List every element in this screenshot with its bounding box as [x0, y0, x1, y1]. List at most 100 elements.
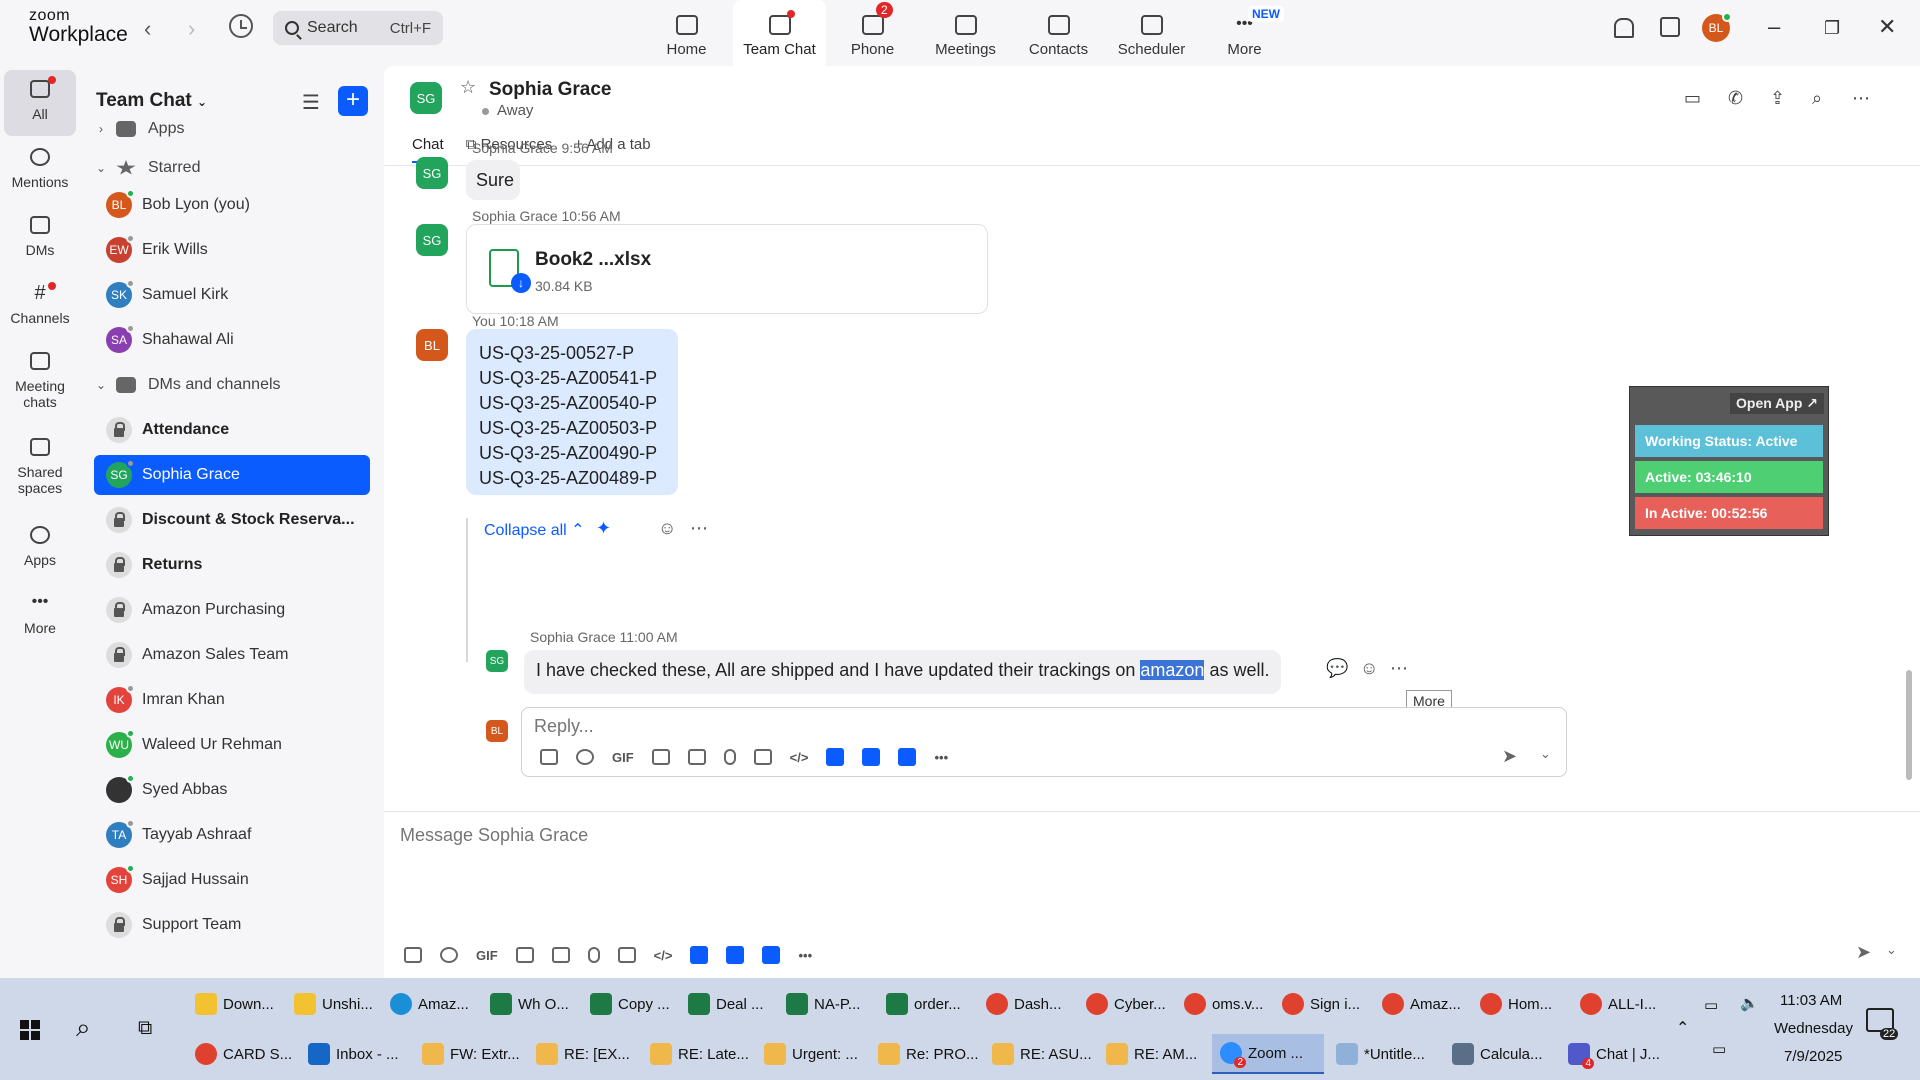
sidebar-item-discount-stock[interactable]: Discount & Stock Reserva...	[94, 500, 370, 540]
calendar-icon[interactable]	[1660, 17, 1680, 37]
tab-meetings[interactable]: Meetings	[919, 0, 1012, 66]
sidebar-item-sajjad-hussain[interactable]: SH Sajjad Hussain	[94, 860, 370, 900]
rail-item-dms[interactable]: DMs	[4, 216, 76, 258]
emoji-icon[interactable]	[440, 947, 458, 963]
video-message-icon[interactable]	[753, 749, 772, 765]
sidebar-item-amazon-sales-team[interactable]: Amazon Sales Team	[94, 635, 370, 675]
more-options-icon[interactable]: ⋯	[1390, 658, 1408, 679]
file-icon[interactable]	[515, 947, 534, 963]
clock-time[interactable]: 11:03 AM	[1780, 992, 1842, 1009]
taskbar-app[interactable]: FW: Extr...	[422, 1034, 520, 1074]
sidebar-section-apps[interactable]: › Apps	[94, 109, 370, 149]
rail-item-apps[interactable]: Apps	[4, 526, 76, 568]
taskbar-app[interactable]: Wh O...	[490, 984, 569, 1024]
search-icon[interactable]: ⌕	[76, 1008, 91, 1048]
taskbar-app[interactable]: RE: ASU...	[992, 1034, 1092, 1074]
sidebar-item-returns[interactable]: Returns	[94, 545, 370, 585]
format-icon[interactable]	[540, 749, 558, 765]
rail-item-more[interactable]: ••• More	[4, 594, 76, 637]
code-icon[interactable]: </>	[654, 948, 673, 963]
contact-name[interactable]: Sophia Grace	[489, 79, 612, 101]
send-icon[interactable]: ➤	[1502, 746, 1517, 767]
taskbar-app[interactable]: Deal ...	[688, 984, 764, 1024]
taskbar-app[interactable]: Down...	[195, 984, 274, 1024]
message-bubble-self[interactable]: US-Q3-25-00527-P US-Q3-25-AZ00541-P US-Q…	[466, 329, 678, 495]
sidebar-item-samuel-kirk[interactable]: SK Samuel Kirk	[94, 275, 370, 315]
format-icon[interactable]	[404, 947, 422, 963]
volume-icon[interactable]: 🔈	[1740, 994, 1759, 1012]
battery-icon[interactable]: ▭	[1704, 996, 1718, 1014]
collapse-all-link[interactable]: Collapse all ⌃	[484, 520, 585, 540]
app-icon[interactable]	[690, 946, 709, 964]
app-icon[interactable]	[726, 946, 745, 964]
taskbar-app-zoom[interactable]: 2 Zoom ...	[1212, 1034, 1324, 1074]
emoji-reaction-icon[interactable]: ☺	[1360, 658, 1378, 679]
task-view-icon[interactable]: ⧉	[138, 1008, 152, 1048]
screenshot-icon[interactable]	[551, 947, 570, 963]
minimize-icon[interactable]: –	[1768, 14, 1780, 40]
tab-scheduler[interactable]: Scheduler	[1105, 0, 1198, 66]
download-icon[interactable]: ↓	[511, 273, 531, 293]
screenshot-icon[interactable]	[687, 749, 706, 765]
notifications-bell-icon[interactable]	[1614, 18, 1634, 38]
sidebar-item-erik-wills[interactable]: EW Erik Wills	[94, 230, 370, 270]
send-icon[interactable]: ➤	[1856, 942, 1871, 963]
search-icon[interactable]: ⌕	[1812, 88, 1822, 109]
app-icon[interactable]	[762, 946, 781, 964]
chevron-up-icon[interactable]: ⌃	[1676, 1018, 1689, 1038]
microphone-icon[interactable]	[723, 749, 736, 765]
sidebar-item-attendance[interactable]: Attendance	[94, 410, 370, 450]
chevron-down-icon[interactable]: ⌄	[1540, 746, 1551, 762]
tab-contacts[interactable]: Contacts	[1012, 0, 1105, 66]
app-icon[interactable]	[898, 748, 917, 766]
rail-item-mentions[interactable]: Mentions	[4, 148, 76, 190]
app-icon[interactable]	[862, 748, 881, 766]
taskbar-app[interactable]: RE: AM...	[1106, 1034, 1197, 1074]
taskbar-app[interactable]: 4 Chat | J...	[1568, 1034, 1660, 1074]
share-screen-icon[interactable]: ⇪	[1770, 88, 1785, 109]
taskbar-app[interactable]: Hom...	[1480, 984, 1552, 1024]
reply-bubble[interactable]: I have checked these, All are shipped an…	[524, 650, 1282, 694]
chevron-down-icon[interactable]: ⌄	[1886, 942, 1897, 958]
taskbar-app[interactable]: Dash...	[986, 984, 1062, 1024]
sidebar-item-support-team[interactable]: Support Team	[94, 905, 370, 945]
gif-button[interactable]: GIF	[612, 750, 634, 765]
taskbar-app[interactable]: RE: Late...	[650, 1034, 749, 1074]
taskbar-app[interactable]: ALL-I...	[1580, 984, 1656, 1024]
emoji-icon[interactable]	[576, 749, 594, 765]
rail-item-all[interactable]: All	[4, 70, 76, 136]
taskbar-app[interactable]: Cyber...	[1086, 984, 1166, 1024]
app-icon[interactable]	[826, 748, 845, 766]
emoji-reaction-icon[interactable]: ☺	[658, 518, 676, 539]
taskbar-app[interactable]: oms.v...	[1184, 984, 1263, 1024]
taskbar-app[interactable]: CARD S...	[195, 1034, 292, 1074]
clock-date[interactable]: 7/9/2025	[1784, 1048, 1842, 1065]
gif-button[interactable]: GIF	[476, 948, 498, 963]
thread-reply-box[interactable]: GIF </> ••• ➤ ⌄	[521, 707, 1567, 777]
phone-call-icon[interactable]: ✆	[1728, 88, 1743, 109]
sidebar-item-waleed-ur-rehman[interactable]: WU Waleed Ur Rehman	[94, 725, 370, 765]
tab-more[interactable]: ••• NEW More	[1198, 0, 1291, 66]
taskbar-app[interactable]: Amaz...	[1382, 984, 1461, 1024]
taskbar-app[interactable]: Inbox - ...	[308, 1034, 399, 1074]
taskbar-app[interactable]: Unshi...	[294, 984, 373, 1024]
microphone-icon[interactable]	[587, 947, 600, 963]
close-icon[interactable]: ✕	[1878, 14, 1896, 40]
network-icon[interactable]: ▭	[1712, 1040, 1726, 1058]
sidebar-item-shahawal-ali[interactable]: SA Shahawal Ali	[94, 320, 370, 360]
taskbar-app[interactable]: Copy ...	[590, 984, 670, 1024]
scrollbar[interactable]	[1906, 670, 1912, 780]
open-app-button[interactable]: Open App ↗	[1730, 393, 1824, 414]
taskbar-app[interactable]: Calcula...	[1452, 1034, 1543, 1074]
avatar[interactable]: SG	[416, 157, 448, 189]
user-avatar[interactable]: BL	[1702, 12, 1732, 42]
message-bubble[interactable]: Sure	[466, 160, 520, 200]
search-box[interactable]: Search Ctrl+F	[273, 11, 443, 45]
more-options-icon[interactable]: ⋯	[690, 518, 708, 539]
taskbar-app[interactable]: *Untitle...	[1336, 1034, 1425, 1074]
more-options-icon[interactable]: ⋯	[1852, 88, 1870, 109]
sidebar-item-amazon-purchasing[interactable]: Amazon Purchasing	[94, 590, 370, 630]
avatar[interactable]: SG	[416, 224, 448, 256]
windows-start-icon[interactable]	[20, 1020, 40, 1040]
taskbar-app[interactable]: Re: PRO...	[878, 1034, 979, 1074]
